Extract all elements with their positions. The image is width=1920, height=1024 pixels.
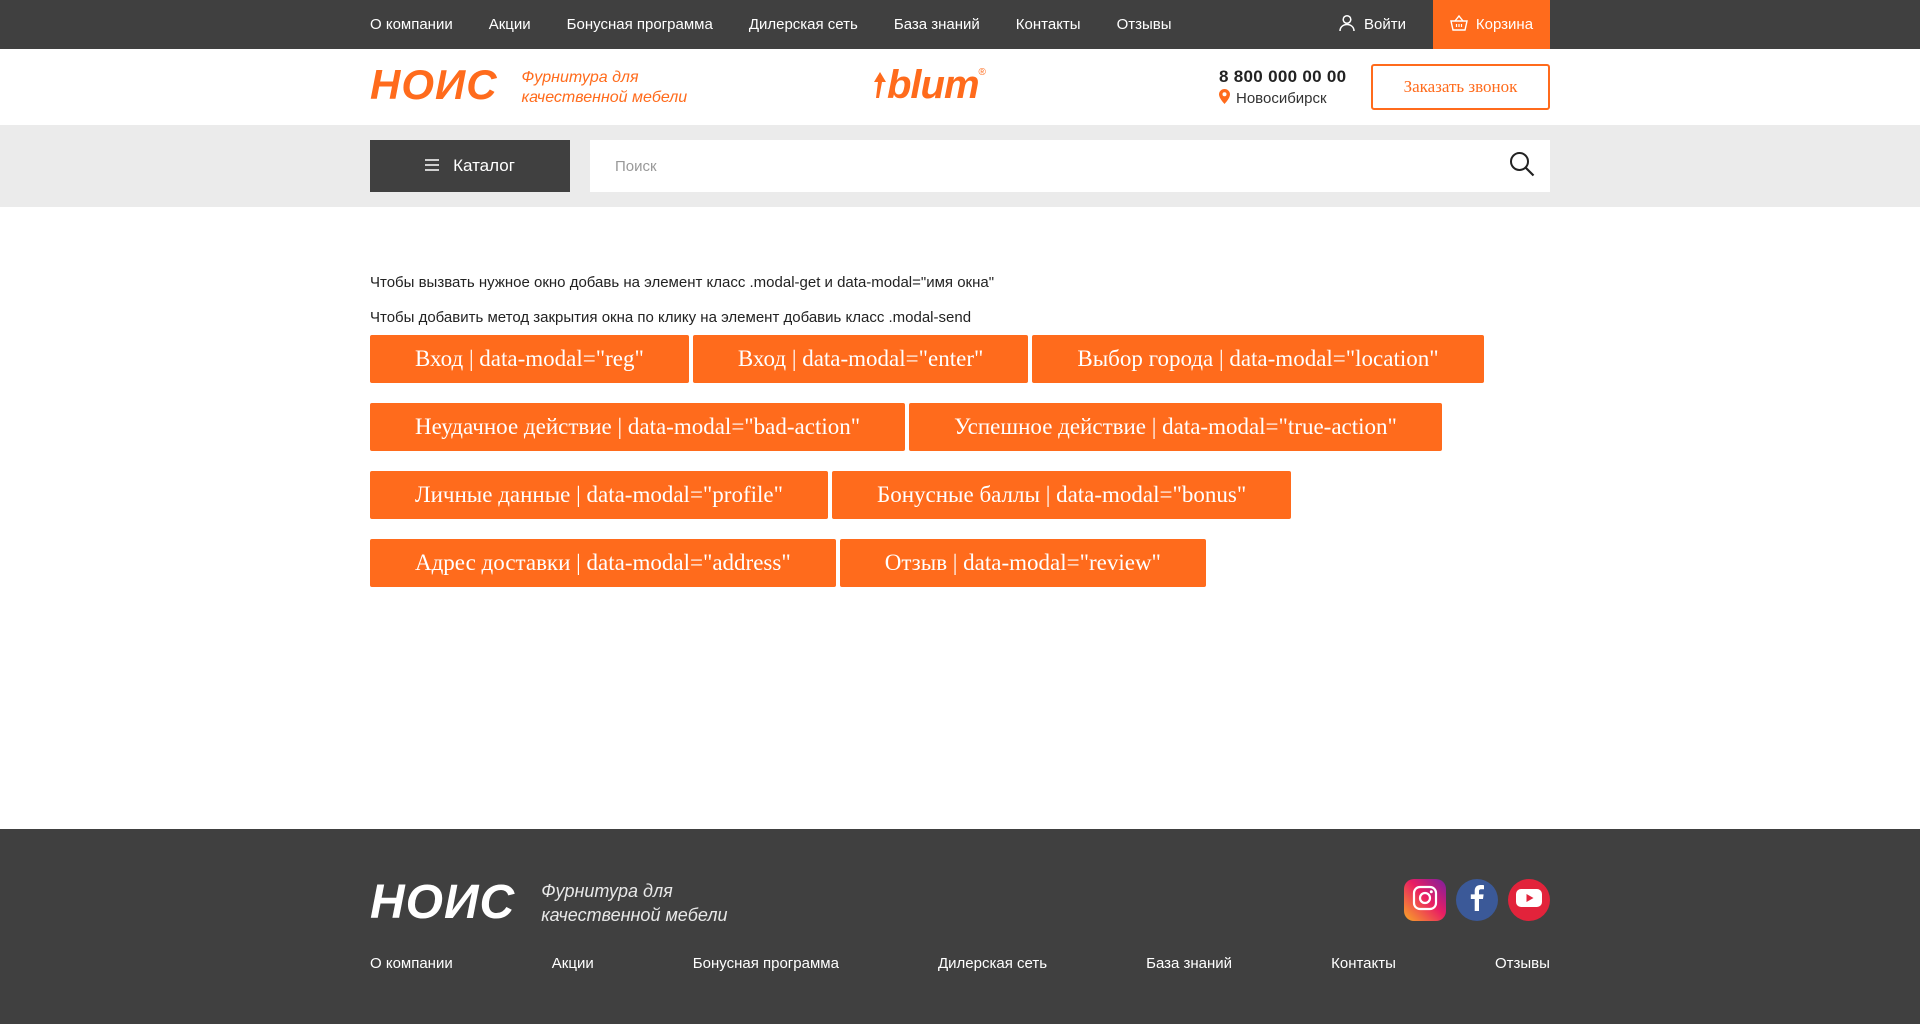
footer-nav-reviews[interactable]: Отзывы	[1495, 955, 1550, 972]
footer-nav-knowledge-base[interactable]: База знаний	[1146, 955, 1232, 972]
footer: НОИС Фурнитура для качественной мебели О…	[0, 829, 1920, 1024]
top-nav-knowledge-base[interactable]: База знаний	[894, 16, 980, 33]
modal-location-button[interactable]: Выбор города | data-modal="location"	[1032, 335, 1484, 383]
top-nav-contacts[interactable]: Контакты	[1016, 16, 1081, 33]
cart-label: Корзина	[1475, 16, 1534, 33]
footer-nav-bonus-program[interactable]: Бонусная программа	[693, 955, 839, 972]
login-button[interactable]: Войти	[1338, 14, 1406, 36]
modal-button-row: Неудачное действие | data-modal="bad-act…	[370, 403, 1550, 451]
footer-logo-wordmark: НОИС	[370, 876, 516, 929]
youtube-link[interactable]	[1508, 879, 1550, 921]
footer-nav: О компании Акции Бонусная программа Диле…	[370, 955, 1550, 972]
logo-wordmark: НОИС	[370, 61, 498, 108]
contact-block: 8 800 000 00 00 Новосибирск	[1219, 67, 1346, 108]
catalog-label: Каталог	[453, 156, 515, 175]
modal-button-row: Адрес доставки | data-modal="address" От…	[370, 539, 1550, 587]
site-logo[interactable]: НОИС Фурнитура для качественной мебели	[370, 64, 692, 108]
city-name: Новосибирск	[1236, 90, 1327, 107]
cart-button[interactable]: Корзина	[1433, 0, 1550, 49]
search-icon	[1509, 151, 1535, 182]
blum-arrow-icon	[874, 72, 886, 98]
search-box	[590, 140, 1550, 192]
footer-nav-about[interactable]: О компании	[370, 955, 453, 972]
top-nav-reviews[interactable]: Отзывы	[1117, 16, 1172, 33]
modal-enter-button[interactable]: Вход | data-modal="enter"	[692, 335, 1029, 383]
modal-bad-action-button[interactable]: Неудачное действие | data-modal="bad-act…	[370, 403, 906, 451]
facebook-icon	[1470, 884, 1484, 916]
top-bar: О компании Акции Бонусная программа Диле…	[0, 0, 1920, 49]
social-links	[1404, 879, 1550, 921]
phone-number[interactable]: 8 800 000 00 00	[1219, 67, 1346, 87]
city-selector[interactable]: Новосибирск	[1219, 89, 1346, 108]
modal-bonus-button[interactable]: Бонусные баллы | data-modal="bonus"	[832, 471, 1292, 519]
youtube-icon	[1516, 888, 1542, 912]
modal-reg-button[interactable]: Вход | data-modal="reg"	[370, 335, 689, 383]
top-nav-promotions[interactable]: Акции	[489, 16, 531, 33]
footer-nav-dealer-network[interactable]: Дилерская сеть	[938, 955, 1047, 972]
facebook-link[interactable]	[1456, 879, 1498, 921]
login-label: Войти	[1364, 16, 1406, 33]
catalog-button[interactable]: Каталог	[370, 140, 570, 192]
blum-wordmark: blum	[887, 63, 980, 107]
modal-button-row: Вход | data-modal="reg" Вход | data-moda…	[370, 335, 1550, 383]
top-nav-about[interactable]: О компании	[370, 16, 453, 33]
footer-nav-promotions[interactable]: Акции	[552, 955, 594, 972]
top-nav-bonus-program[interactable]: Бонусная программа	[567, 16, 713, 33]
modal-usage-note: Чтобы вызвать нужное окно добавь на элем…	[370, 274, 995, 291]
menu-icon	[425, 156, 440, 176]
top-actions: Войти Корзина	[1338, 0, 1550, 49]
search-button[interactable]	[1494, 140, 1550, 192]
footer-nav-contacts[interactable]: Контакты	[1331, 955, 1396, 972]
search-band: Каталог	[0, 125, 1920, 207]
modal-address-button[interactable]: Адрес доставки | data-modal="address"	[370, 539, 836, 587]
search-input[interactable]	[590, 140, 1494, 192]
modal-close-note: Чтобы добавить метод закрытия окна по кл…	[370, 309, 972, 326]
header: НОИС Фурнитура для качественной мебели b…	[0, 49, 1920, 125]
instagram-link[interactable]	[1404, 879, 1446, 921]
modal-true-action-button[interactable]: Успешное действие | data-modal="true-act…	[909, 403, 1442, 451]
modal-review-button[interactable]: Отзыв | data-modal="review"	[839, 539, 1206, 587]
blum-registered-mark: ®	[978, 67, 986, 78]
callback-button[interactable]: Заказать звонок	[1371, 64, 1550, 110]
footer-logo[interactable]: НОИС Фурнитура для качественной мебели	[370, 879, 741, 927]
footer-logo-tagline: Фурнитура для качественной мебели	[541, 881, 728, 925]
modal-button-row: Личные данные | data-modal="profile" Бон…	[370, 471, 1550, 519]
logo-tagline: Фурнитура для качественной мебели	[521, 69, 688, 106]
basket-icon	[1450, 14, 1468, 35]
location-pin-icon	[1219, 89, 1230, 108]
top-nav: О компании Акции Бонусная программа Диле…	[370, 16, 1172, 33]
top-nav-dealer-network[interactable]: Дилерская сеть	[749, 16, 858, 33]
user-icon	[1338, 14, 1356, 36]
blum-logo: blum ®	[873, 63, 986, 107]
modal-profile-button[interactable]: Личные данные | data-modal="profile"	[370, 471, 828, 519]
instagram-icon	[1412, 885, 1438, 916]
main-content: Чтобы вызвать нужное окно добавь на элем…	[0, 207, 1920, 829]
